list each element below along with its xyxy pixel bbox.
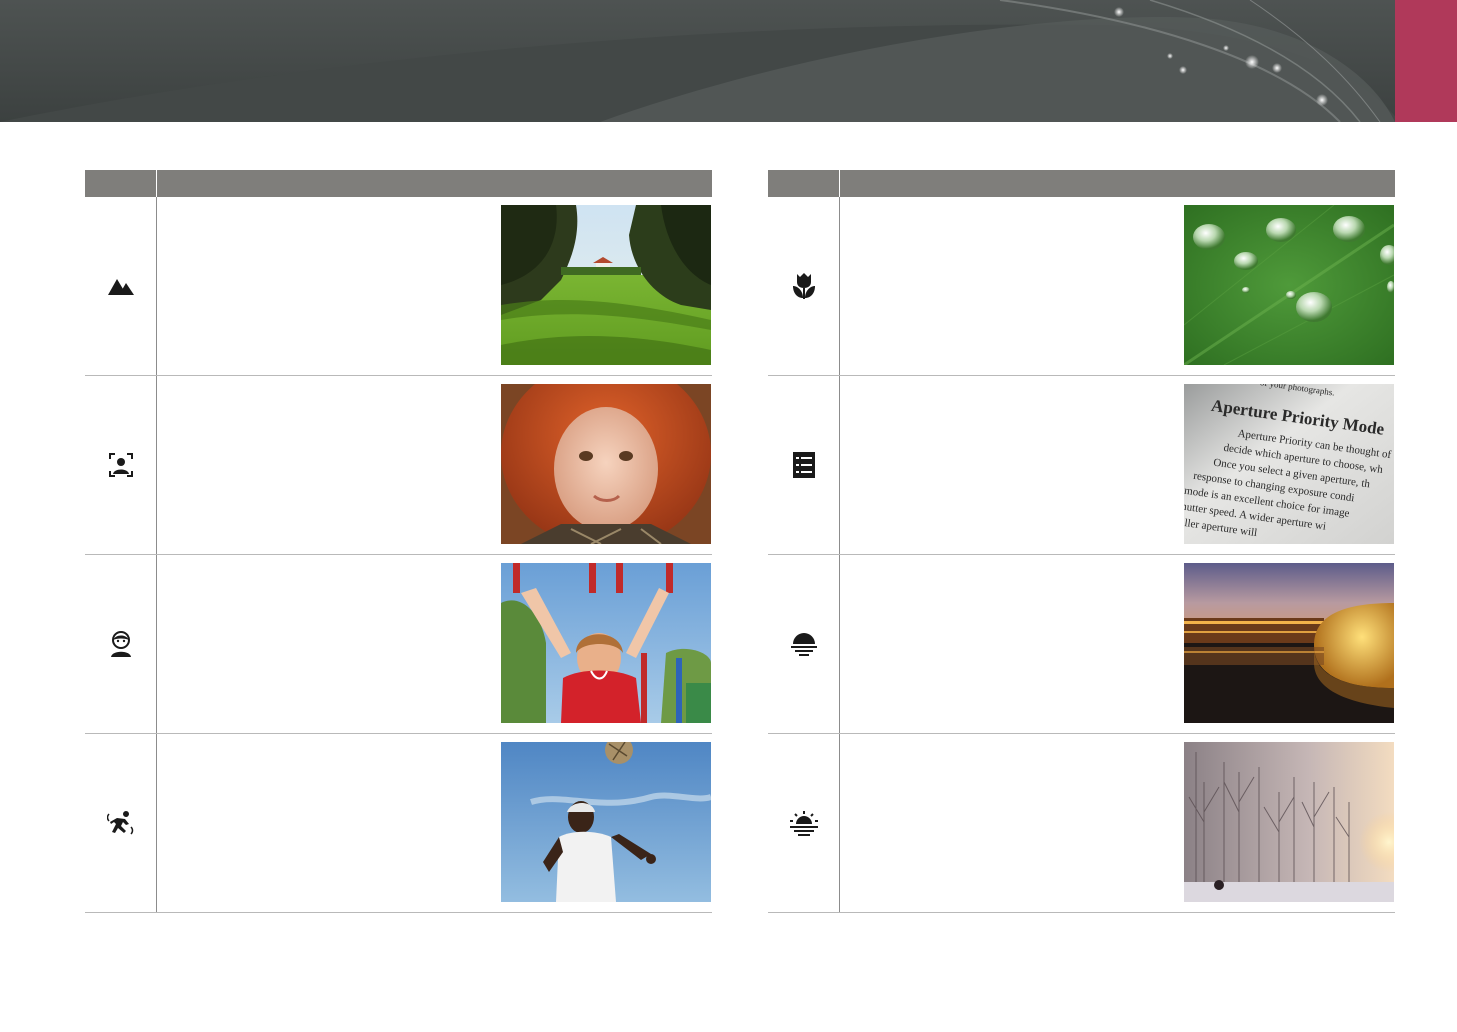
- foggy-trees-photo: [1184, 742, 1394, 902]
- header-description-column: [840, 170, 1395, 197]
- scene-mode-table-right: of your photographs. Aperture Priority M…: [768, 170, 1395, 913]
- description-cell: [840, 197, 1395, 375]
- table-row: [85, 376, 712, 555]
- red-haired-girl-photo: [501, 384, 711, 544]
- description-cell: [157, 197, 712, 375]
- description-cell: [157, 555, 712, 733]
- table-row: [85, 197, 712, 376]
- banner-decoration: [0, 0, 1400, 122]
- water-drops-photo: [1184, 205, 1394, 365]
- header-banner: [0, 0, 1457, 122]
- park-lawn-photo: [501, 205, 711, 365]
- table-header: [85, 170, 712, 197]
- sunset-icon: [790, 633, 817, 656]
- icon-cell: [768, 376, 840, 554]
- icon-cell: [768, 734, 840, 912]
- icon-cell: [85, 197, 157, 375]
- soccer-player-photo: [501, 742, 711, 902]
- children-icon: [110, 631, 131, 657]
- table-row: [768, 555, 1395, 734]
- table-row: [85, 734, 712, 913]
- macro-icon: [792, 273, 815, 299]
- table-row: [768, 197, 1395, 376]
- table-row: of your photographs. Aperture Priority M…: [768, 376, 1395, 555]
- night-buildings-photo: [1184, 563, 1394, 723]
- table-row: [768, 734, 1395, 913]
- description-cell: [157, 734, 712, 912]
- portrait-icon: [108, 453, 133, 477]
- description-cell: [840, 555, 1395, 733]
- table-header: [768, 170, 1395, 197]
- header-icon-column: [85, 170, 157, 197]
- icon-cell: [768, 197, 840, 375]
- dawn-icon: [789, 811, 818, 836]
- description-cell: [157, 376, 712, 554]
- text-icon: [792, 452, 815, 478]
- girl-on-rings-photo: [501, 563, 711, 723]
- landscape-icon: [107, 279, 134, 295]
- book-page-photo: of your photographs. Aperture Priority M…: [1184, 384, 1394, 544]
- header-description-column: [157, 170, 712, 197]
- icon-cell: [85, 376, 157, 554]
- scene-mode-table-left: [85, 170, 712, 913]
- table-row: [85, 555, 712, 734]
- sports-icon: [106, 811, 133, 835]
- chapter-accent-tab: [1395, 0, 1457, 122]
- description-cell: of your photographs. Aperture Priority M…: [840, 376, 1395, 554]
- header-icon-column: [768, 170, 840, 197]
- description-cell: [840, 734, 1395, 912]
- icon-cell: [768, 555, 840, 733]
- icon-cell: [85, 555, 157, 733]
- icon-cell: [85, 734, 157, 912]
